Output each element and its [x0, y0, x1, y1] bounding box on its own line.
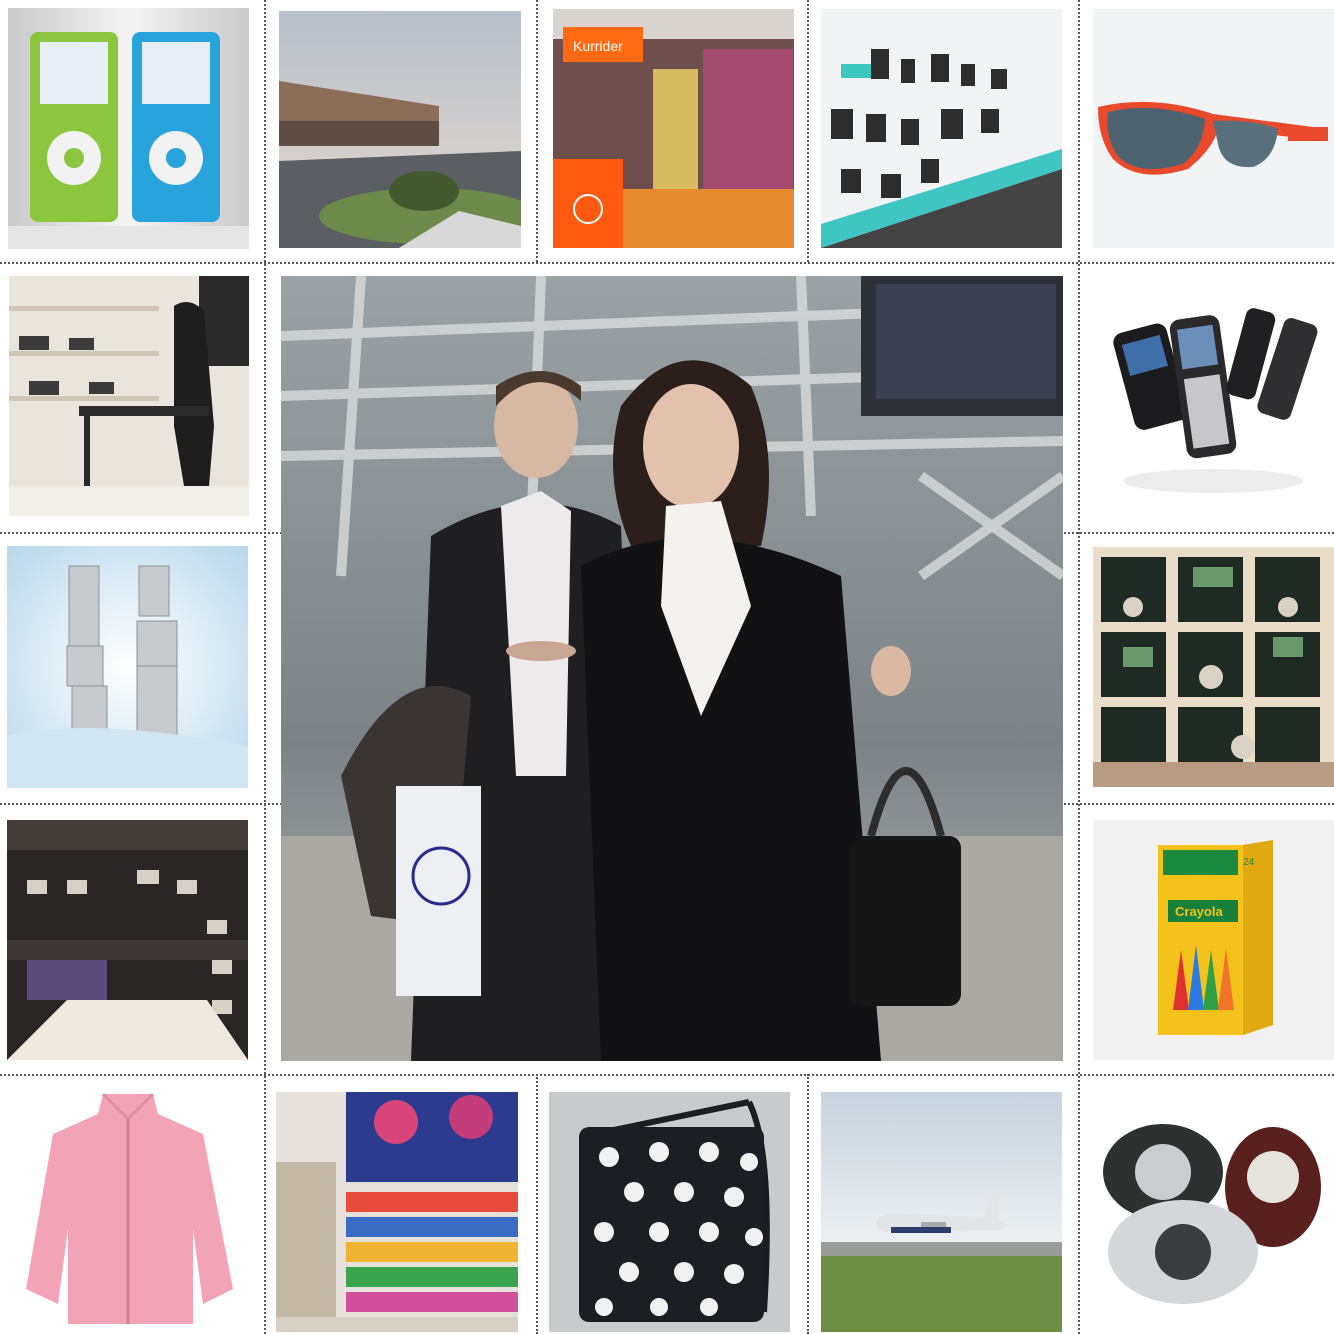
crayon-count: 24 — [1243, 857, 1255, 868]
polka-dot-bag-photo — [549, 1092, 790, 1332]
photo-collage: Kurrider 24 Crayola — [0, 0, 1334, 1334]
clothing-store-photo — [7, 820, 248, 1060]
airport-exterior-photo — [279, 11, 521, 248]
divider-col-1 — [264, 0, 266, 1334]
fashion-boutique-photo — [9, 276, 249, 516]
watch-icon — [1093, 1092, 1334, 1332]
shop-sign-text: Kurrider — [573, 38, 623, 54]
divider-row-1 — [0, 262, 1334, 264]
divider-col-2b — [536, 1074, 538, 1334]
airport-shop-photo: Kurrider — [553, 9, 794, 248]
media-player-icon — [8, 8, 249, 249]
phone-icon — [1093, 276, 1334, 517]
mobile-phones-photo — [1093, 276, 1334, 517]
sunglasses-photo — [1093, 9, 1334, 248]
sunglasses-icon — [1093, 9, 1334, 248]
jacket-icon — [8, 1089, 249, 1329]
divider-col-3b — [807, 1074, 809, 1334]
hero-travelers-photo — [281, 276, 1063, 1061]
candy-shop-photo — [276, 1092, 518, 1332]
gift-shelves-photo — [1093, 547, 1334, 787]
divider-row-4 — [0, 1074, 1334, 1076]
divider-col-4 — [1078, 0, 1080, 1334]
wristwatches-photo — [1093, 1092, 1334, 1332]
bag-icon — [549, 1092, 790, 1332]
cosmetics-photo — [7, 546, 248, 788]
crayon-brand-text: Crayola — [1175, 904, 1223, 919]
media-players-photo — [8, 8, 249, 249]
airplane-runway-photo — [821, 1092, 1062, 1332]
electronics-shelves-photo — [821, 9, 1062, 248]
crayon-box-photo: 24 Crayola — [1093, 820, 1334, 1060]
divider-col-2a — [536, 0, 538, 262]
airplane-icon — [821, 1092, 1062, 1332]
pink-jacket-photo — [8, 1089, 249, 1329]
divider-col-3a — [807, 0, 809, 262]
